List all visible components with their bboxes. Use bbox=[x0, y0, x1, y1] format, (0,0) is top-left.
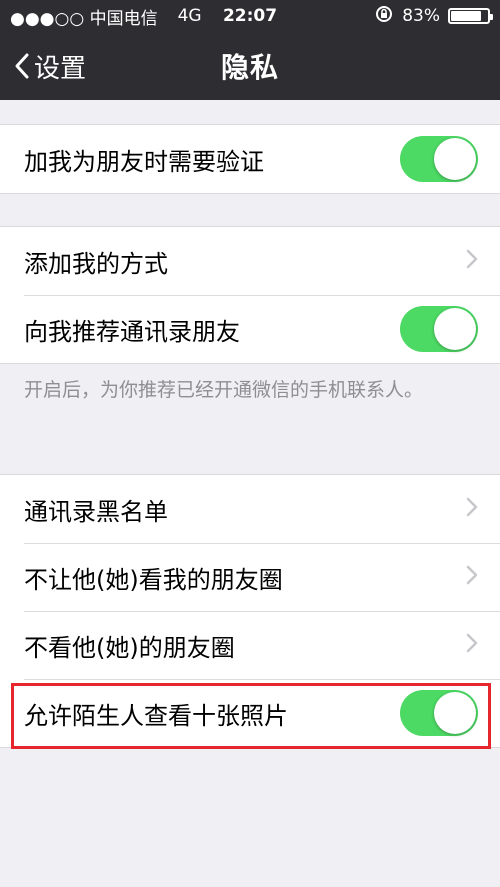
battery-icon bbox=[448, 8, 493, 24]
back-button[interactable]: 设置 bbox=[14, 32, 86, 100]
recommend-contacts-toggle[interactable] bbox=[400, 306, 478, 352]
add-methods-row[interactable]: 添加我的方式 bbox=[0, 227, 500, 295]
verify-row: 加我为朋友时需要验证 bbox=[0, 125, 500, 193]
hide-my-moments-label: 不让他(她)看我的朋友圈 bbox=[24, 565, 283, 594]
chevron-right-icon bbox=[466, 495, 478, 523]
rotation-lock-icon bbox=[374, 4, 394, 29]
strangers-photos-toggle[interactable] bbox=[400, 690, 478, 736]
verify-toggle[interactable] bbox=[400, 136, 478, 182]
dont-view-moments-label: 不看他(她)的朋友圈 bbox=[24, 633, 235, 662]
network-type: 4G bbox=[177, 6, 202, 26]
hide-my-moments-row[interactable]: 不让他(她)看我的朋友圈 bbox=[0, 543, 500, 611]
contacts-group: 添加我的方式 向我推荐通讯录朋友 bbox=[0, 226, 500, 364]
add-methods-label: 添加我的方式 bbox=[24, 249, 168, 278]
recommend-contacts-row: 向我推荐通讯录朋友 bbox=[0, 295, 500, 363]
recommend-contacts-label: 向我推荐通讯录朋友 bbox=[24, 317, 240, 346]
carrier-signal: ●●●○○ 中国电信 bbox=[10, 8, 158, 29]
back-label: 设置 bbox=[34, 53, 87, 84]
chevron-right-icon bbox=[466, 631, 478, 659]
status-bar: ●●●○○ 中国电信 4G 22:07 83% bbox=[0, 0, 500, 32]
verify-group: 加我为朋友时需要验证 bbox=[0, 124, 500, 194]
blacklist-row[interactable]: 通讯录黑名单 bbox=[0, 475, 500, 543]
battery-percent: 83% bbox=[402, 6, 440, 26]
chevron-left-icon bbox=[14, 52, 30, 80]
dont-view-moments-row[interactable]: 不看他(她)的朋友圈 bbox=[0, 611, 500, 679]
chevron-right-icon bbox=[466, 563, 478, 591]
strangers-photos-label: 允许陌生人查看十张照片 bbox=[24, 701, 288, 730]
page-title: 隐私 bbox=[220, 51, 279, 84]
verify-label: 加我为朋友时需要验证 bbox=[24, 147, 264, 176]
recommend-footnote: 开启后，为你推荐已经开通微信的手机联系人。 bbox=[24, 379, 424, 401]
navigation-bar: 设置 隐私 bbox=[0, 32, 500, 100]
strangers-photos-row: 允许陌生人查看十张照片 bbox=[0, 679, 500, 747]
blacklist-label: 通讯录黑名单 bbox=[24, 497, 168, 526]
chevron-right-icon bbox=[466, 247, 478, 275]
moments-group: 通讯录黑名单 不让他(她)看我的朋友圈 不看他(她)的朋友圈 允许陌生人查看十张… bbox=[0, 474, 500, 748]
